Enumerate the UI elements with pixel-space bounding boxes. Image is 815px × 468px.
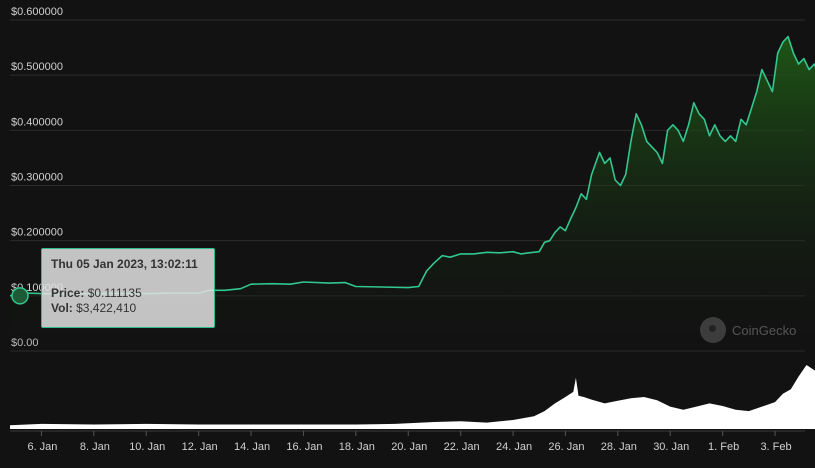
tooltip-price-label: Price: — [51, 286, 85, 300]
chart-container: $0.600000 $0.500000 $0.400000 $0.300000 $0.2… — [0, 0, 815, 463]
x-tick-label: 18. Jan — [339, 441, 375, 453]
x-tick-label: 14. Jan — [234, 441, 270, 453]
tooltip-price-row: Price: $0.111135 — [51, 286, 205, 301]
y-tick-label: $0.400000 — [11, 116, 63, 128]
hover-marker — [11, 287, 29, 305]
coingecko-watermark: CoinGecko — [700, 317, 796, 343]
watermark-text: CoinGecko — [732, 322, 797, 338]
y-tick-label: $0.300000 — [11, 172, 63, 184]
x-tick-label: 12. Jan — [182, 441, 218, 453]
x-tick-label: 3. Feb — [760, 441, 791, 453]
x-tick-label: 6. Jan — [27, 441, 57, 453]
x-tick-label: 1. Feb — [708, 441, 739, 453]
x-axis: 6. Jan 8. Jan 10. Jan 12. Jan 14. Jan 16. Jan… — [10, 430, 805, 453]
x-tick-label: 10. Jan — [129, 441, 165, 453]
x-tick-label: 30. Jan — [653, 441, 689, 453]
x-tick-label: 26. Jan — [548, 441, 584, 453]
x-tick-label: 22. Jan — [444, 441, 480, 453]
volume-area — [10, 365, 815, 429]
tooltip-vol-row: Vol: $3,422,410 — [51, 301, 205, 316]
y-tick-label: $0.200000 — [11, 227, 63, 239]
y-tick-label: $0.500000 — [11, 61, 63, 73]
y-tick-label: $0.600000 — [11, 6, 63, 18]
price-chart: $0.600000 $0.500000 $0.400000 $0.300000 $0.2… — [9, 6, 815, 453]
x-tick-label: 8. Jan — [80, 441, 110, 453]
x-tick-label: 16. Jan — [286, 441, 322, 453]
tooltip-price-value: $0.111135 — [87, 286, 142, 300]
tooltip-vol-value: $3,422,410 — [76, 301, 137, 315]
tooltip: Thu 05 Jan 2023, 13:02:11 Price: $0.1111… — [41, 248, 215, 328]
tooltip-title: Thu 05 Jan 2023, 13:02:11 — [51, 257, 198, 271]
x-tick-label: 24. Jan — [496, 441, 532, 453]
x-tick-label: 20. Jan — [391, 441, 427, 453]
x-tick-label: 28. Jan — [601, 441, 637, 453]
tooltip-vol-label: Vol: — [51, 301, 73, 315]
coingecko-logo-icon — [700, 317, 726, 343]
